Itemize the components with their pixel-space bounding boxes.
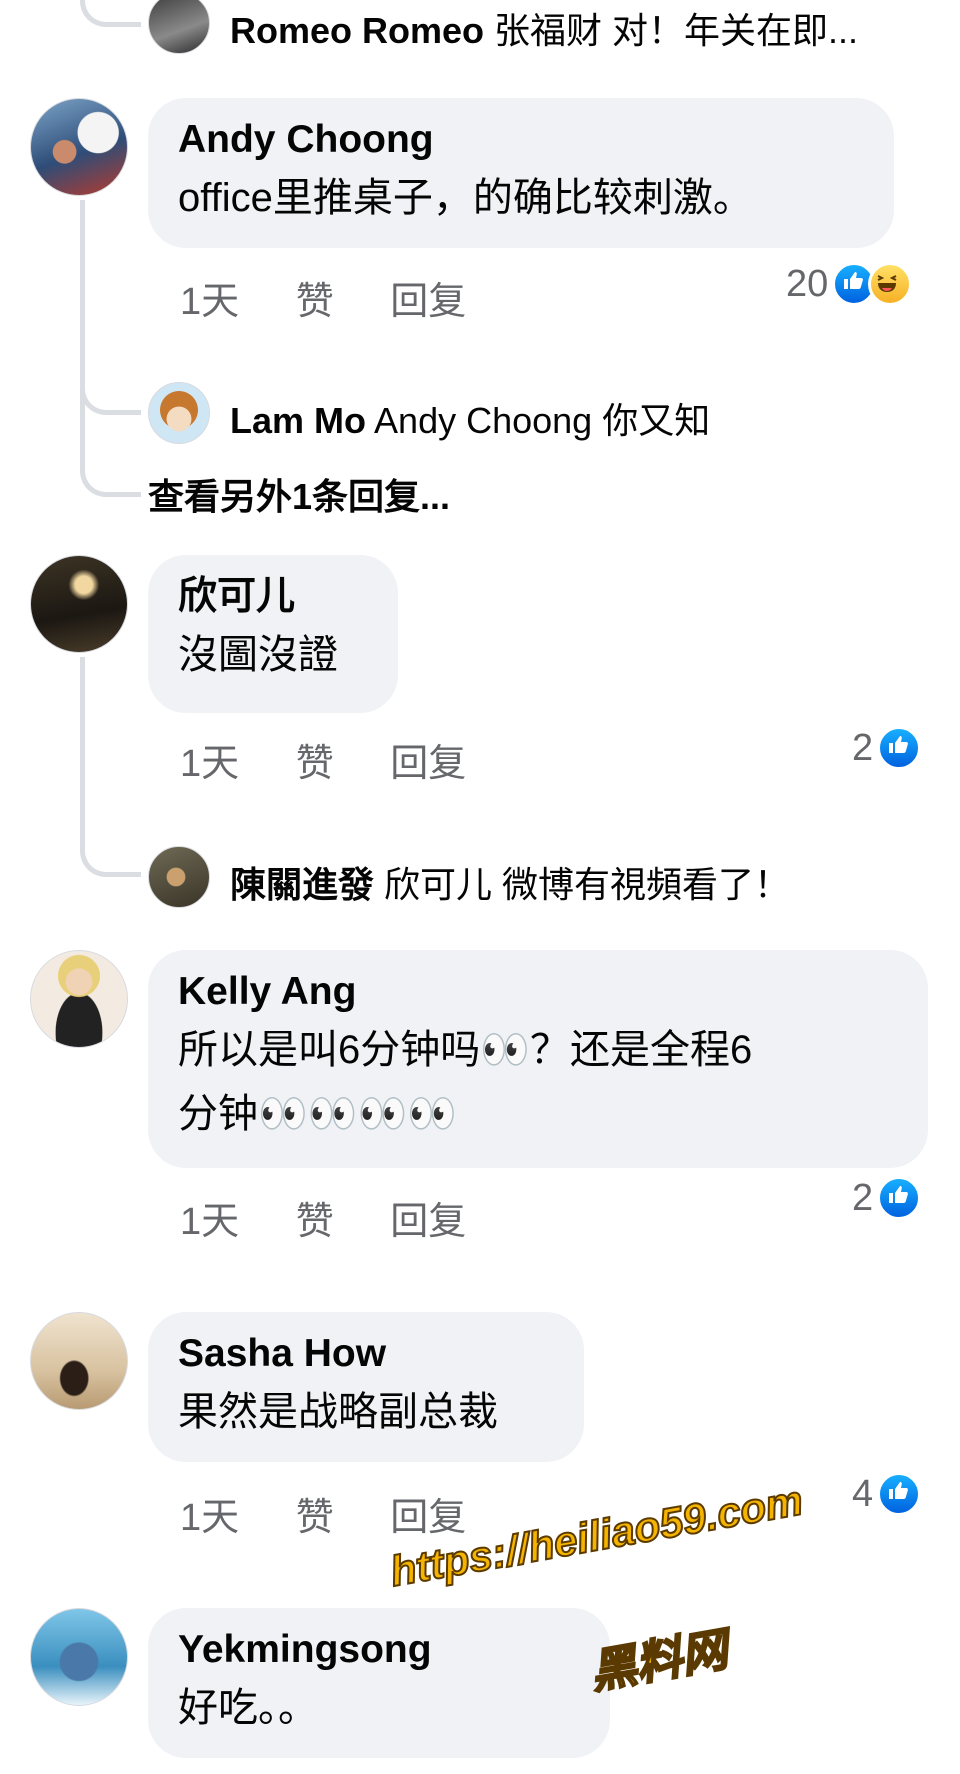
comment-text: 好吃。。 xyxy=(178,1686,318,1730)
reply-button[interactable]: 回复 xyxy=(390,1486,466,1541)
avatar[interactable] xyxy=(30,98,128,196)
avatar[interactable] xyxy=(148,846,210,908)
reaction-count: 2 xyxy=(852,1176,874,1219)
reaction-summary[interactable]: 4 xyxy=(852,1472,922,1516)
view-more-replies-link[interactable]: 查看另外1条回复... xyxy=(148,468,450,520)
thread-connector xyxy=(80,440,141,497)
thread-connector xyxy=(80,370,141,415)
like-icon xyxy=(877,1176,922,1220)
reply-author[interactable]: Lam Mo xyxy=(230,400,366,441)
reply-button[interactable]: 回复 xyxy=(390,1190,466,1245)
comment-author[interactable]: Kelly Ang xyxy=(178,966,898,1018)
timestamp[interactable]: 1天 xyxy=(180,270,239,325)
comment-author[interactable]: Andy Choong xyxy=(178,114,864,166)
comment-bubble: Andy Choong office里推桌子，的确比较刺激。 xyxy=(148,98,894,248)
avatar[interactable] xyxy=(30,1608,128,1706)
comment-bubble: Yekmingsong 好吃。。 xyxy=(148,1608,610,1758)
avatar[interactable] xyxy=(148,0,210,54)
comment-bubble: Sasha How 果然是战略副总裁 xyxy=(148,1312,584,1462)
reply-text: Andy Choong 你又知 xyxy=(374,400,711,441)
comment-author[interactable]: 欣可儿 xyxy=(178,571,368,623)
avatar[interactable] xyxy=(148,382,210,444)
haha-icon xyxy=(868,262,913,306)
comment-text-line-1: 所以是叫6分钟吗👀？还是全程6 xyxy=(178,1028,753,1072)
comment-text: office里推桌子，的确比较刺激。 xyxy=(178,176,753,220)
like-button[interactable]: 赞 xyxy=(296,1486,334,1541)
like-button[interactable]: 赞 xyxy=(296,732,334,787)
thread-line xyxy=(80,200,85,450)
comment-bubble: Kelly Ang 所以是叫6分钟吗👀？还是全程6 分钟👀👀👀👀 xyxy=(148,950,928,1168)
timestamp[interactable]: 1天 xyxy=(180,732,239,787)
timestamp[interactable]: 1天 xyxy=(180,1190,239,1245)
reaction-count: 20 xyxy=(786,262,829,305)
comment-actions: 1天 赞 回复 xyxy=(180,1486,512,1541)
reaction-summary[interactable]: 2 xyxy=(852,1176,922,1220)
thread-connector xyxy=(80,0,141,27)
like-button[interactable]: 赞 xyxy=(296,1190,334,1245)
reply-button[interactable]: 回复 xyxy=(390,732,466,787)
comment-bubble: 欣可儿 沒圖沒證 xyxy=(148,555,398,713)
avatar[interactable] xyxy=(30,555,128,653)
thread-connector xyxy=(80,820,141,877)
timestamp[interactable]: 1天 xyxy=(180,1486,239,1541)
comment-author[interactable]: Yekmingsong xyxy=(178,1624,580,1676)
reply-romeo: Romeo Romeo 张福财 对！年关在即... xyxy=(230,2,858,54)
reaction-summary[interactable]: 20 xyxy=(786,262,913,306)
like-icon xyxy=(877,1472,922,1516)
reply-text: 欣可儿 微博有視頻看了！ xyxy=(384,864,791,905)
thread-line xyxy=(80,657,85,842)
avatar[interactable] xyxy=(30,950,128,1048)
reply-lam-mo: Lam Mo Andy Choong 你又知 xyxy=(230,392,710,444)
comment-actions: 1天 赞 回复 xyxy=(180,270,512,325)
reply-chen: 陳關進發 欣可儿 微博有視頻看了！ xyxy=(230,856,790,908)
like-button[interactable]: 赞 xyxy=(296,270,334,325)
comment-author[interactable]: Sasha How xyxy=(178,1328,554,1380)
comment-text: 沒圖沒證 xyxy=(178,633,338,677)
comment-actions: 1天 赞 回复 xyxy=(180,732,512,787)
comment-actions: 1天 赞 回复 xyxy=(180,1190,512,1245)
comment-text-line-2: 分钟👀👀👀👀 xyxy=(178,1092,458,1136)
reply-author[interactable]: Romeo Romeo xyxy=(230,10,484,51)
watermark-name: 黑料网 xyxy=(585,1622,732,1699)
reply-author[interactable]: 陳關進發 xyxy=(230,864,374,905)
reply-button[interactable]: 回复 xyxy=(390,270,466,325)
reaction-count: 2 xyxy=(852,726,874,769)
avatar[interactable] xyxy=(30,1312,128,1410)
reaction-summary[interactable]: 2 xyxy=(852,726,922,770)
comment-text: 果然是战略副总裁 xyxy=(178,1390,498,1434)
like-icon xyxy=(877,726,922,770)
reaction-count: 4 xyxy=(852,1472,874,1515)
reply-text: 张福财 对！年关在即... xyxy=(494,10,859,51)
